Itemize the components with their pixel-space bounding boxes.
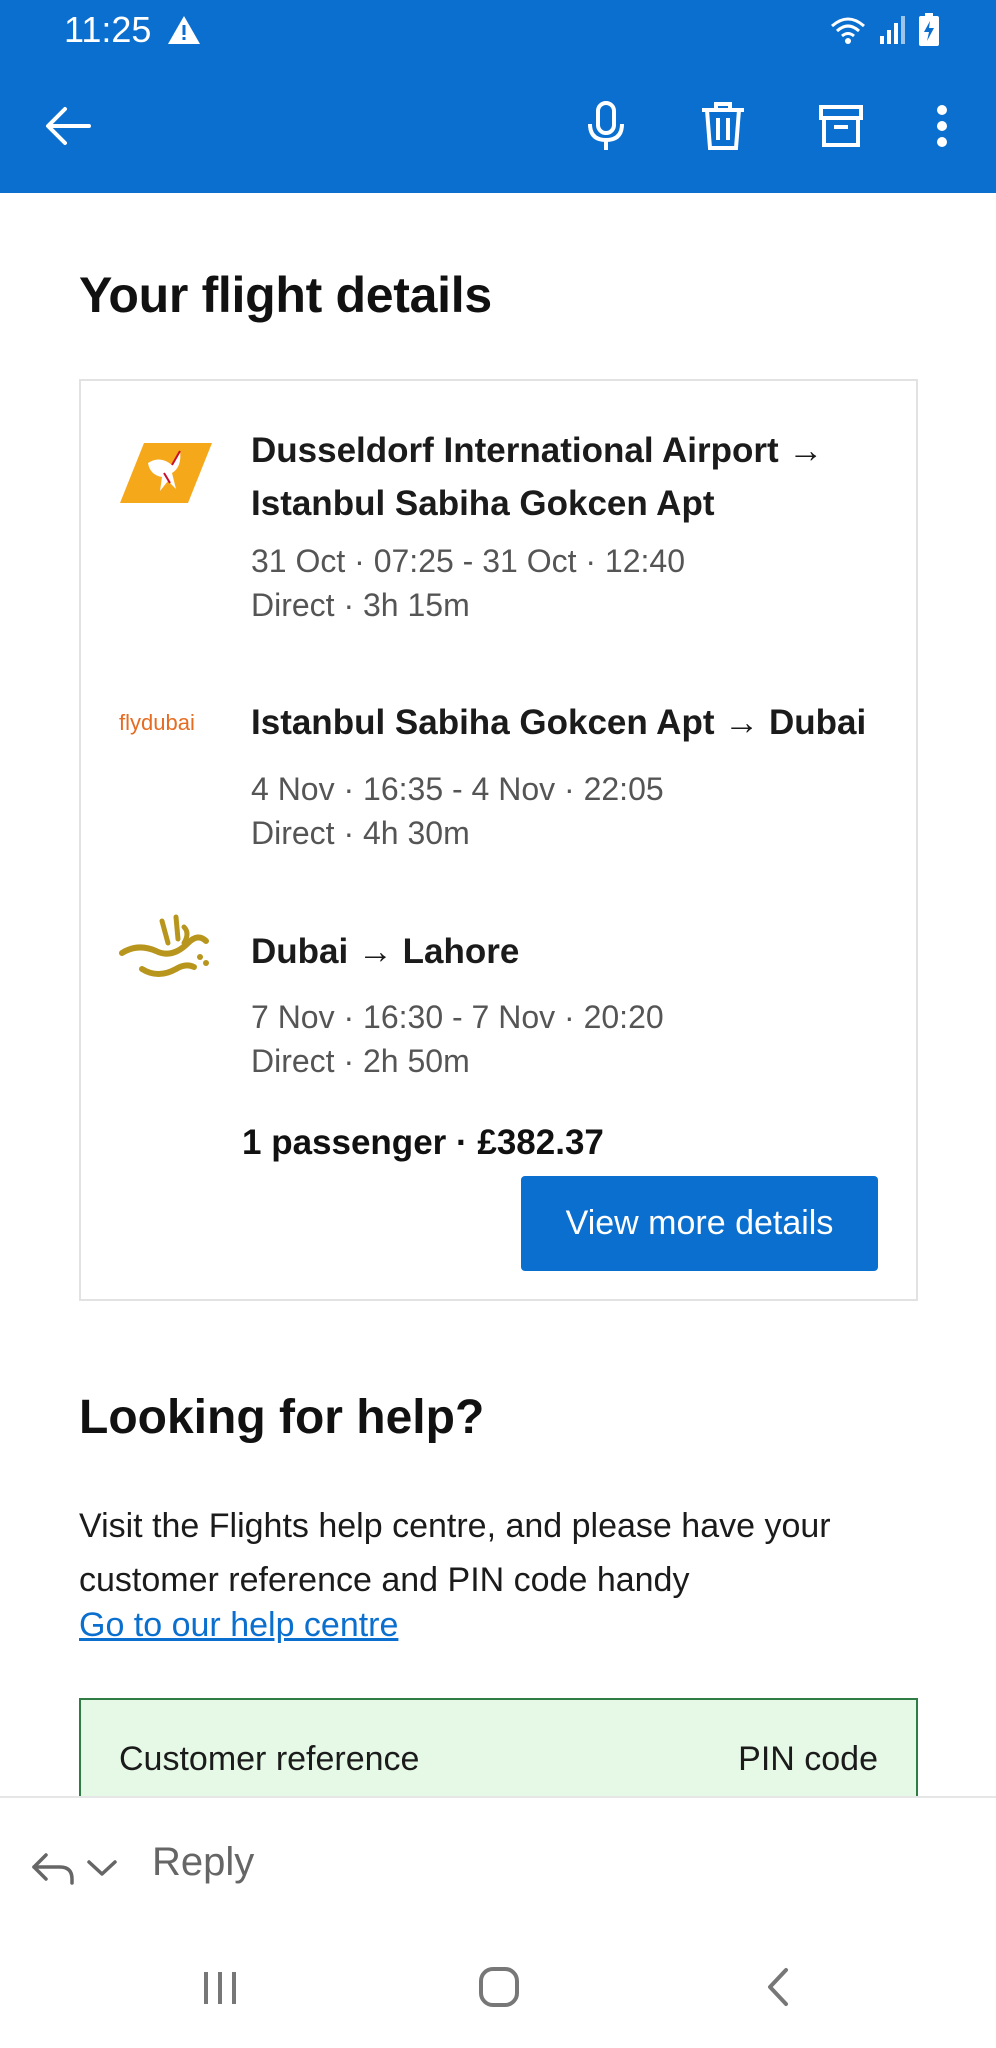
segment-route: Dusseldorf International Airport → Istan… xyxy=(251,431,824,523)
segment-duration: Direct · 3h 15m xyxy=(251,587,470,623)
help-heading: Looking for help? xyxy=(79,1391,485,1444)
recent-apps-button[interactable] xyxy=(196,1966,244,2010)
segment-route: Istanbul Sabiha Gokcen Apt → Dubai xyxy=(251,703,867,742)
app-bar: 11:25 xyxy=(0,0,996,193)
booking-summary: 1 passenger · £382.37 xyxy=(242,1123,604,1162)
home-button[interactable] xyxy=(476,1964,522,2010)
customer-reference-box: Customer reference PIN code xyxy=(79,1698,918,1796)
reply-bar: Reply xyxy=(0,1796,996,1936)
back-nav-button[interactable] xyxy=(760,1964,796,2010)
dictate-button[interactable] xyxy=(576,96,636,156)
reply-icon xyxy=(32,1853,74,1885)
reply-button[interactable]: Reply xyxy=(152,1840,254,1885)
flydubai-logo-text: flydubai xyxy=(119,710,195,735)
wifi-icon xyxy=(831,17,865,44)
home-icon xyxy=(479,1967,519,2007)
segment-route: Dubai → Lahore xyxy=(251,932,520,971)
emirates-logo-icon xyxy=(119,914,209,977)
back-button[interactable] xyxy=(38,96,98,156)
battery-icon xyxy=(919,13,939,46)
delete-button[interactable] xyxy=(693,96,753,156)
chevron-left-icon xyxy=(768,1968,788,2006)
view-more-details-button[interactable]: View more details xyxy=(521,1176,878,1271)
customer-reference-label: Customer reference xyxy=(119,1740,420,1778)
signal-icon xyxy=(880,16,905,44)
email-body: Your flight details Dusseldorf Internati… xyxy=(0,193,996,1796)
emirates-logo xyxy=(117,911,215,991)
archive-icon xyxy=(819,105,863,147)
warning-icon xyxy=(168,16,200,44)
status-time: 11:25 xyxy=(64,9,152,50)
flight-details-card: Dusseldorf International Airport → Istan… xyxy=(79,379,918,1301)
reply-options-button[interactable] xyxy=(30,1846,130,1890)
more-options-button[interactable] xyxy=(912,96,972,156)
chevron-down-icon xyxy=(87,1860,117,1876)
arrow-left-icon xyxy=(46,107,91,145)
pegasus-logo xyxy=(117,433,215,513)
page-title: Your flight details xyxy=(79,267,492,323)
flydubai-logo: flydubai xyxy=(119,683,217,763)
segment-times: 31 Oct · 07:25 - 31 Oct · 12:40 xyxy=(251,543,685,579)
system-nav-bar xyxy=(0,1936,996,2048)
microphone-icon xyxy=(588,101,624,150)
archive-button[interactable] xyxy=(811,96,871,156)
help-centre-link[interactable]: Go to our help centre xyxy=(79,1606,398,1645)
segment-duration: Direct · 4h 30m xyxy=(251,815,470,851)
help-text: Visit the Flights help centre, and pleas… xyxy=(79,1507,831,1599)
recent-apps-icon xyxy=(204,1972,236,2004)
segment-times: 7 Nov · 16:30 - 7 Nov · 20:20 xyxy=(251,999,664,1035)
segment-duration: Direct · 2h 50m xyxy=(251,1043,470,1079)
pin-code-label: PIN code xyxy=(738,1740,878,1778)
trash-icon xyxy=(702,102,744,150)
segment-times: 4 Nov · 16:35 - 4 Nov · 22:05 xyxy=(251,771,664,807)
pegasus-logo-icon xyxy=(120,443,212,503)
status-indicators xyxy=(828,12,940,48)
more-vertical-icon xyxy=(937,105,947,147)
